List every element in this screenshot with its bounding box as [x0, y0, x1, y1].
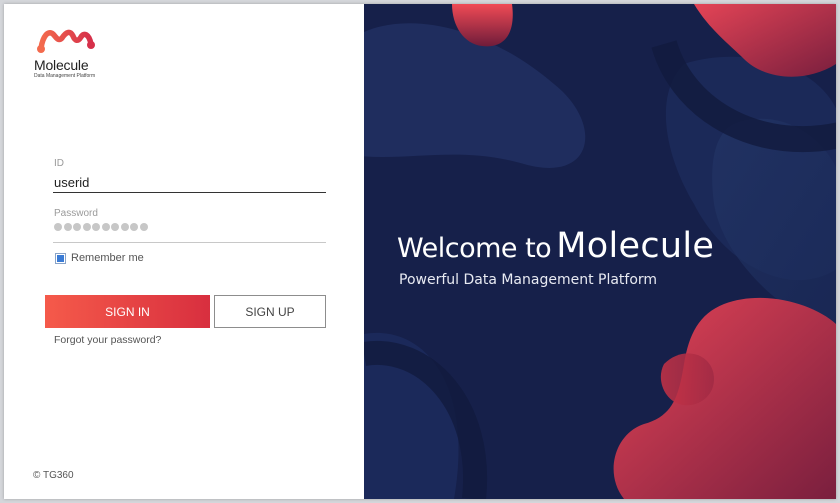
brand-logo: Molecule Data Management Platform [32, 26, 102, 79]
id-input[interactable] [53, 171, 326, 193]
password-dot [120, 223, 129, 231]
password-dot [63, 223, 72, 231]
copyright: © TG360 [33, 470, 74, 481]
checkbox-checked-icon [57, 254, 64, 262]
login-panel: Molecule Data Management Platform ID Pas… [4, 4, 364, 499]
password-dot [73, 223, 81, 231]
id-underline [53, 192, 326, 193]
password-dot [82, 223, 91, 231]
welcome-heading: Welcome to Molecule [397, 226, 714, 266]
password-input[interactable] [54, 223, 148, 231]
welcome-prefix: Welcome to [397, 233, 552, 264]
remember-label: Remember me [71, 252, 144, 264]
id-label: ID [54, 158, 64, 169]
logo-subtitle: Data Management Platform [34, 73, 96, 79]
sign-in-button[interactable]: SIGN IN [45, 295, 210, 328]
remember-me[interactable]: Remember me [55, 252, 144, 264]
remember-checkbox[interactable] [55, 252, 66, 264]
forgot-password-link[interactable]: Forgot your password? [54, 334, 161, 346]
password-dot [101, 223, 110, 231]
sign-up-button[interactable]: SIGN UP [214, 295, 326, 328]
password-dot [139, 223, 148, 231]
password-underline [53, 242, 326, 243]
password-label: Password [54, 208, 98, 219]
hero-subtitle: Powerful Data Management Platform [399, 272, 658, 288]
password-dot [111, 223, 119, 231]
password-dot [130, 223, 138, 231]
app-window: Molecule Data Management Platform ID Pas… [4, 4, 836, 499]
logo-wordmark: Molecule [34, 57, 89, 73]
welcome-brand: Molecule [556, 226, 715, 266]
password-dot [54, 223, 62, 231]
hero-panel: Welcome to Molecule Powerful Data Manage… [364, 4, 836, 499]
molecule-logo-icon [37, 29, 95, 53]
password-dot [92, 223, 100, 231]
